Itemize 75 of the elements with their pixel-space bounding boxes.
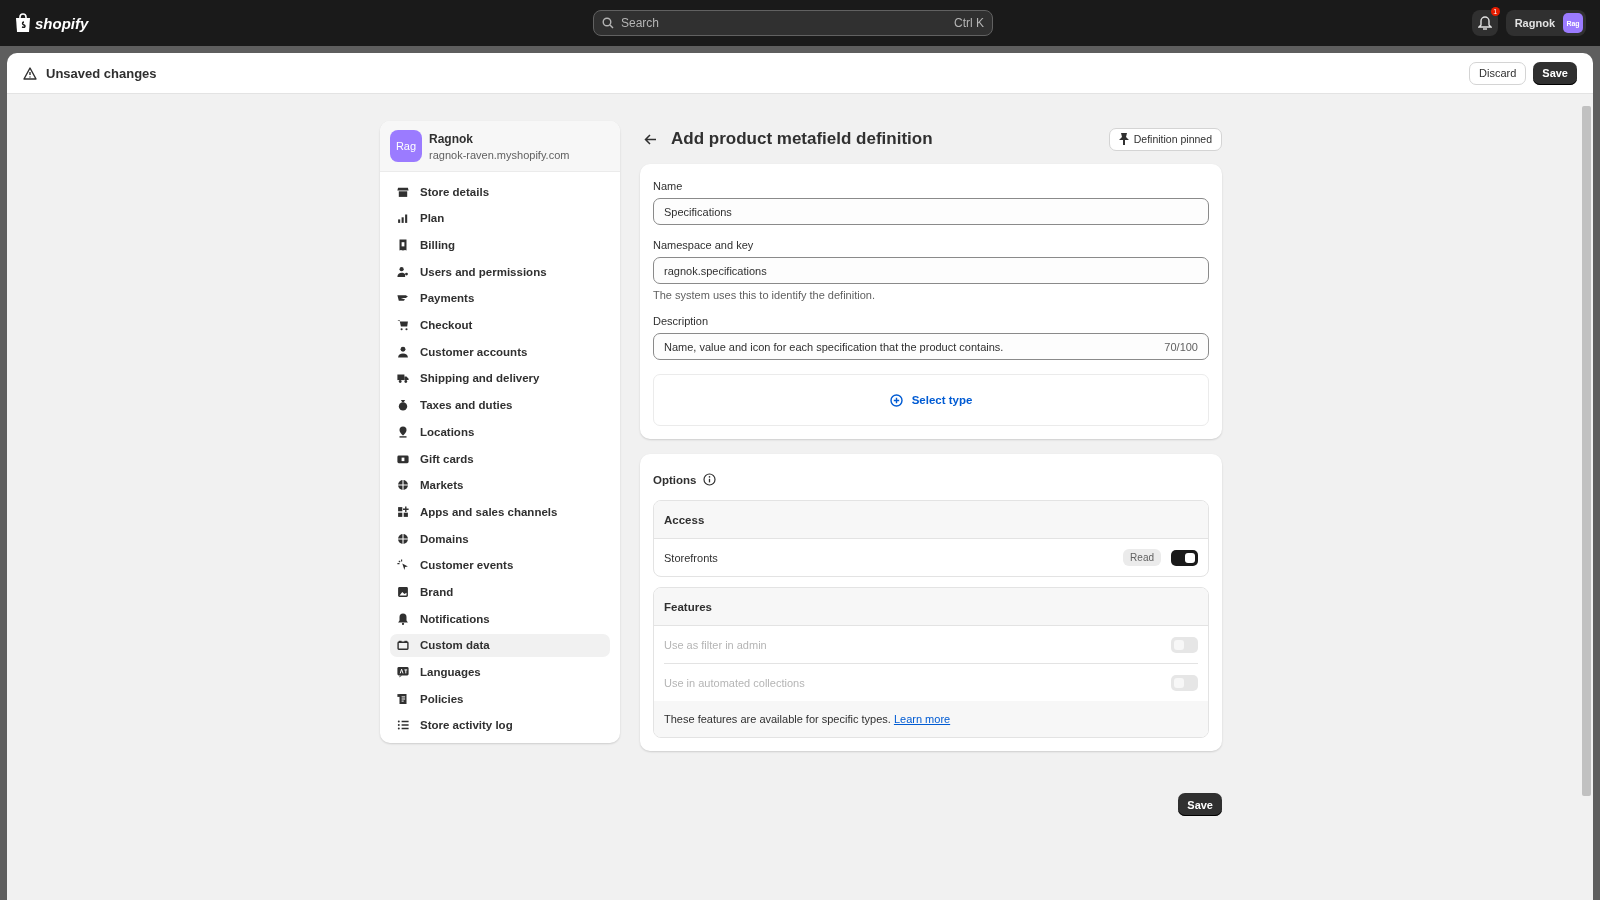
field-value: ragnok.specifications [664, 264, 768, 277]
shortcut-hint: Ctrl K [954, 16, 984, 30]
document-icon [396, 691, 410, 706]
text-field[interactable]: Name, value and icon for each specification that the product contains. 70/100 [653, 333, 1209, 360]
image-icon [396, 584, 410, 599]
sidebar-item[interactable]: Markets [390, 473, 610, 497]
store-avatar: Rag [390, 130, 422, 162]
sidebar-item[interactable]: Store activity log [390, 713, 610, 738]
sidebar-item[interactable]: Customer accounts [390, 340, 610, 364]
text-field[interactable]: Specifications [653, 198, 1209, 225]
sidebar-item[interactable]: Locations [390, 420, 610, 444]
info-icon [703, 473, 717, 486]
search-icon [602, 17, 614, 29]
sidebar-item[interactable]: Policies [390, 687, 610, 711]
back-arrow-icon [644, 133, 657, 145]
sidebar-item[interactable]: Billing [390, 233, 610, 257]
sidebar-item[interactable]: Users and permissions [390, 260, 610, 284]
sidebar-item[interactable]: Payments [390, 286, 610, 311]
field-value: Specifications [664, 205, 733, 218]
save-button[interactable]: Save [1533, 61, 1577, 85]
apps-icon [396, 504, 410, 519]
field-value: Name, value and icon for each specification that the product contains. [664, 340, 1005, 353]
box-icon [396, 638, 410, 653]
bell-icon [1477, 15, 1492, 31]
section-title: Access [664, 513, 705, 526]
save-button[interactable]: Save [1178, 793, 1222, 816]
translate-icon [396, 665, 410, 679]
sidebar-item[interactable]: Plan [390, 206, 610, 230]
sidebar-item[interactable]: Customer events [390, 553, 610, 577]
text-field[interactable]: ragnok.specifications [653, 257, 1209, 284]
page-title: Add product metafield definition [671, 129, 933, 149]
toggle-switch[interactable] [1171, 549, 1198, 566]
warning-icon [23, 66, 37, 80]
sidebar-item[interactable]: Notifications [390, 607, 610, 631]
person-icon [396, 344, 410, 359]
learn-more-link[interactable]: Learn more [893, 713, 951, 725]
field-label: Description [653, 315, 710, 327]
character-counter: 70/100 [1164, 340, 1198, 353]
sidebar-item[interactable]: Checkout [390, 313, 610, 337]
sidebar-item[interactable]: Languages [390, 660, 610, 684]
bell-icon [396, 611, 410, 626]
sidebar-item[interactable]: Brand [390, 580, 610, 604]
store-name: Ragnok [429, 131, 474, 146]
pin-icon [1118, 133, 1129, 145]
search-placeholder: Search [621, 16, 661, 30]
shopping-bag-icon [14, 13, 32, 33]
access-badge: Read [1123, 549, 1161, 566]
store-domain: ragnok-raven.myshopify.com [429, 148, 570, 161]
cart-icon [396, 318, 410, 333]
user-key-icon [396, 264, 410, 279]
features-note: These features are available for specific types. Learn more [664, 713, 951, 725]
field-label: Namespace and key [653, 239, 755, 251]
plus-circle-icon [889, 393, 903, 407]
sidebar-item[interactable]: Custom data [390, 633, 610, 657]
option-label: Use in automated collections [664, 676, 805, 689]
sidebar-item[interactable]: Shipping and delivery [390, 366, 610, 391]
sidebar-item[interactable]: Store details [390, 180, 610, 204]
select-type-button[interactable]: Select type [883, 392, 979, 408]
definition-pinned-button[interactable]: Definition pinned [1108, 127, 1222, 151]
sidebar-item[interactable]: Gift cards [390, 446, 610, 471]
help-text: The system uses this to identify the definition. [653, 289, 876, 301]
sidebar-item[interactable]: Apps and sales channels [390, 500, 610, 524]
globe-icon [396, 531, 410, 546]
discard-button[interactable]: Discard [1469, 61, 1527, 85]
field-label: Name [653, 180, 684, 192]
sidebar-item[interactable]: Taxes and duties [390, 393, 610, 417]
options-title: Options [653, 473, 697, 486]
section-title: Features [664, 600, 712, 613]
globe-icon [396, 478, 410, 493]
unsaved-title: Unsaved changes [46, 65, 157, 81]
sidebar-item[interactable]: Domains [390, 526, 610, 551]
logo-text: shopify [35, 14, 89, 32]
search-field[interactable]: Search Ctrl K [593, 10, 993, 36]
option-label: Use as filter in admin [664, 638, 767, 651]
option-label: Storefronts [664, 551, 718, 564]
